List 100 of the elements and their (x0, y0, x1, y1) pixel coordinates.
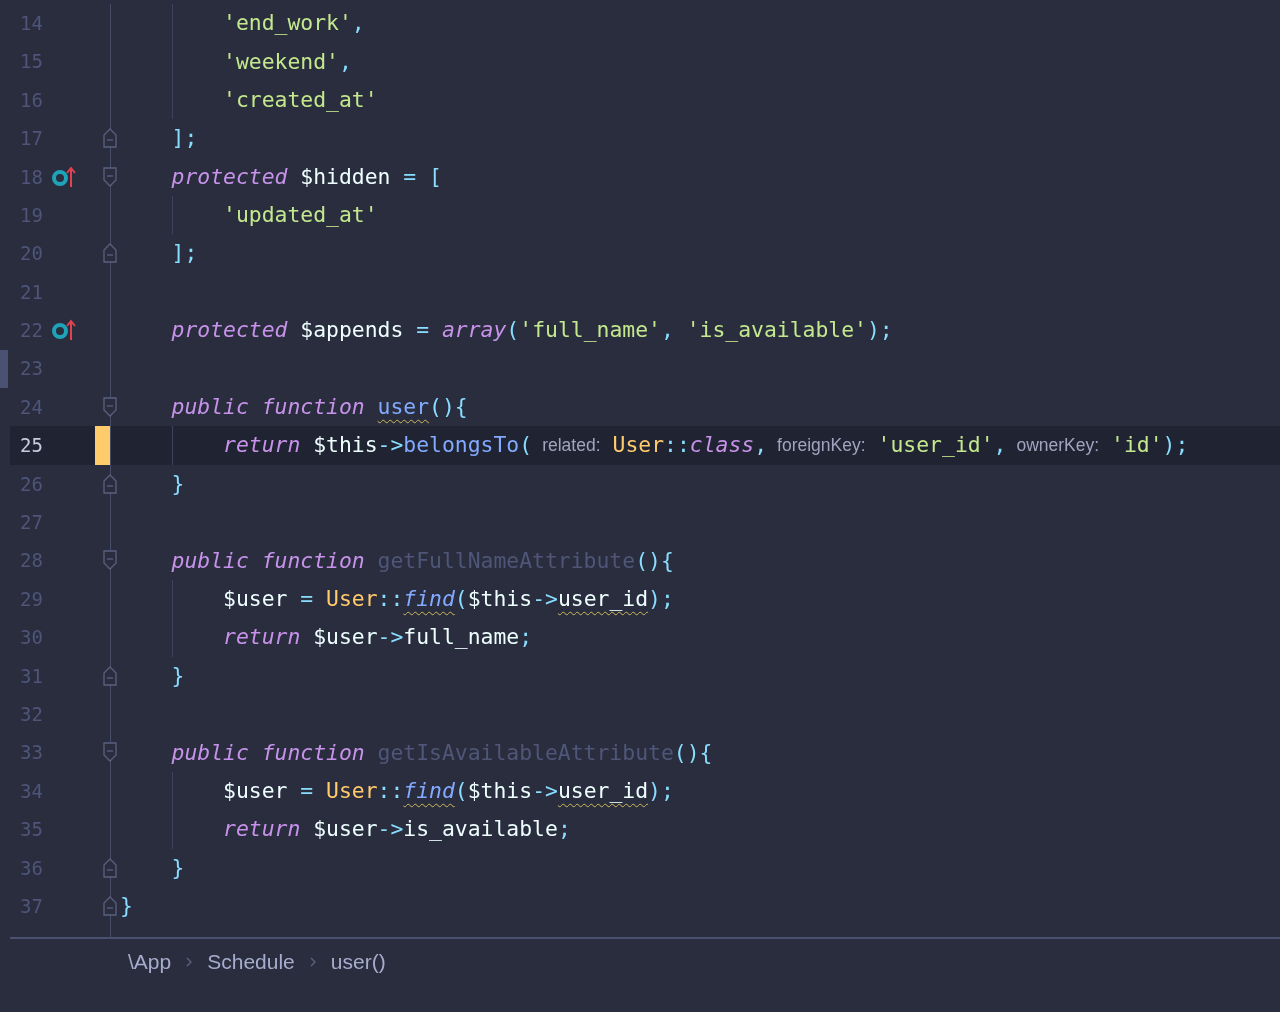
chevron-right-icon (185, 956, 194, 969)
operator: , (754, 431, 768, 460)
breadcrumb-item[interactable]: user() (330, 946, 386, 978)
class-name: User (326, 585, 378, 613)
operator: -> (532, 585, 558, 613)
keyword: protected (171, 316, 288, 345)
line-number: 24 (20, 394, 43, 420)
operator: (){ (635, 546, 674, 575)
string-literal: 'created_at' (223, 85, 378, 114)
line-number: 30 (20, 625, 43, 651)
line-number: 28 (20, 548, 43, 574)
parameter-hint: foreignKey: (777, 434, 866, 458)
line-number: 14 (20, 10, 43, 36)
keyword: public function (171, 738, 366, 767)
fold-icon[interactable] (103, 473, 117, 494)
fold-icon[interactable] (103, 896, 117, 916)
operator: (){ (673, 738, 713, 767)
fold-icon[interactable] (103, 166, 117, 187)
operator: ( (454, 585, 468, 613)
line-number: 32 (20, 701, 43, 727)
keyword: public function (171, 546, 366, 575)
breadcrumb-item[interactable]: Schedule (207, 946, 295, 978)
line-number: 31 (20, 663, 43, 689)
identifier: $this (467, 776, 533, 805)
operator: , (351, 9, 365, 38)
line-number: 36 (20, 855, 43, 881)
line-number: 26 (20, 471, 43, 497)
operator: ]; (171, 239, 198, 268)
operator: , (993, 431, 1007, 460)
identifier: $user (313, 623, 378, 652)
fold-icon[interactable] (103, 128, 117, 149)
operator: -> (532, 776, 558, 805)
identifier: $hidden (299, 162, 391, 191)
fold-icon[interactable] (103, 550, 117, 571)
function-name: find (403, 585, 455, 613)
line-number: 20 (20, 241, 43, 267)
operator: , (660, 316, 675, 345)
operator: } (120, 892, 133, 921)
identifier: $this (467, 585, 533, 613)
string-literal: 'full_name' (519, 316, 661, 345)
identifier: $this (313, 431, 378, 460)
class-name: User (326, 776, 378, 805)
keyword: public function (171, 393, 366, 422)
string-literal: 'id' (1111, 431, 1163, 460)
fold-icon[interactable] (103, 396, 117, 417)
function-name: user (377, 393, 430, 422)
override-icon[interactable] (52, 319, 76, 342)
line-number: 23 (20, 356, 43, 382)
line-number: 35 (20, 817, 43, 843)
function-name: belongsTo (403, 431, 520, 460)
identifier: $appends (299, 316, 404, 345)
identifier: $user (223, 776, 288, 805)
operator: ); (867, 316, 893, 345)
fold-icon[interactable] (103, 742, 117, 763)
operator: = (415, 316, 431, 345)
operator: -> (377, 815, 404, 844)
line-number: 19 (20, 202, 43, 228)
line-number: 21 (20, 279, 43, 305)
string-literal: 'user_id' (877, 431, 994, 460)
unused-function-name: getIsAvailableAttribute (377, 738, 674, 767)
class-name: User (612, 431, 664, 460)
operator: ; (557, 815, 571, 844)
string-literal: 'updated_at' (223, 201, 378, 230)
line-number: 25 (20, 433, 43, 459)
operator: :: (377, 776, 404, 805)
line-number: 29 (20, 586, 43, 612)
identifier: $user (313, 815, 378, 844)
breadcrumb-item[interactable]: \App (128, 946, 172, 978)
fold-icon[interactable] (103, 243, 117, 264)
operator: ); (648, 585, 674, 613)
operator: } (171, 853, 185, 882)
line-number: 15 (20, 49, 43, 75)
line-number: 37 (20, 893, 43, 919)
operator: ( (454, 776, 468, 805)
string-literal: 'end_work' (223, 9, 352, 38)
keyword: array (441, 316, 507, 345)
operator: ); (648, 776, 674, 805)
operator: :: (377, 585, 404, 613)
parameter-hint: related: (542, 434, 601, 458)
identifier: user_id (557, 776, 649, 805)
keyword: return (223, 623, 302, 652)
override-icon[interactable] (52, 165, 76, 188)
parameter-hint: ownerKey: (1016, 434, 1100, 458)
identifier: user_id (557, 585, 649, 613)
keyword: return (223, 431, 302, 460)
fold-icon[interactable] (103, 857, 117, 878)
identifier: is_available (403, 815, 558, 844)
operator: ( (506, 316, 520, 345)
string-literal: 'weekend' (223, 47, 339, 76)
operator: , (338, 47, 352, 76)
fold-icon[interactable] (103, 665, 117, 686)
operator: ]; (171, 124, 198, 153)
identifier: full_name (403, 623, 520, 652)
string-literal: 'is_available' (686, 316, 867, 345)
line-number: 33 (20, 740, 43, 766)
chevron-right-icon (308, 956, 317, 969)
operator: ); (1162, 431, 1189, 460)
operator: = (299, 585, 315, 613)
operator: -> (377, 431, 404, 460)
function-name: find (403, 776, 455, 805)
